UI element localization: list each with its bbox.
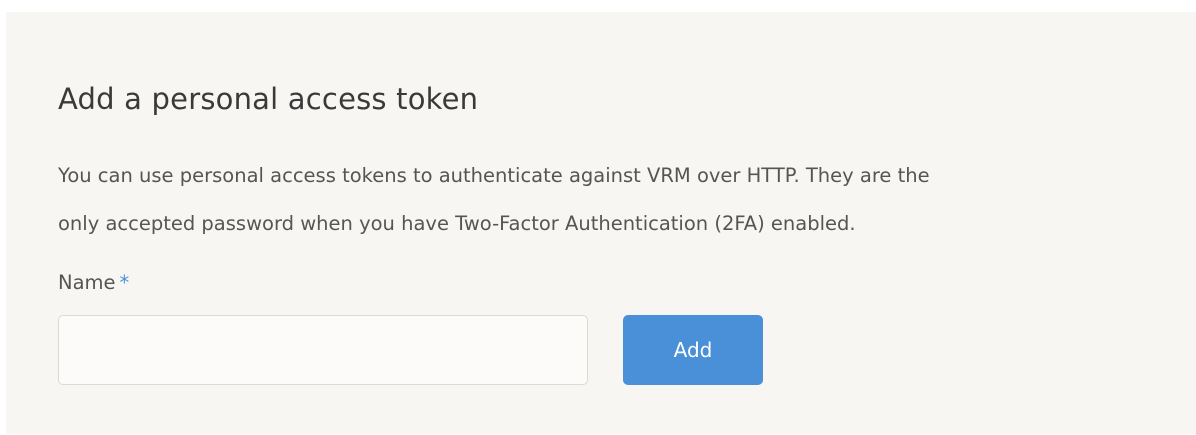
description-line-1: You can use personal access tokens to au… — [58, 164, 930, 187]
form-title: Add a personal access token — [58, 82, 479, 116]
token-name-input[interactable] — [58, 315, 588, 385]
name-field-label: Name * — [58, 271, 129, 294]
required-marker: * — [119, 271, 130, 294]
form-description: You can use personal access tokens to au… — [58, 152, 1168, 248]
add-token-button[interactable]: Add — [623, 315, 763, 385]
description-line-2: only accepted password when you have Two… — [58, 212, 856, 235]
name-label-text: Name — [58, 271, 116, 294]
token-form-panel: Add a personal access token You can use … — [6, 12, 1196, 434]
